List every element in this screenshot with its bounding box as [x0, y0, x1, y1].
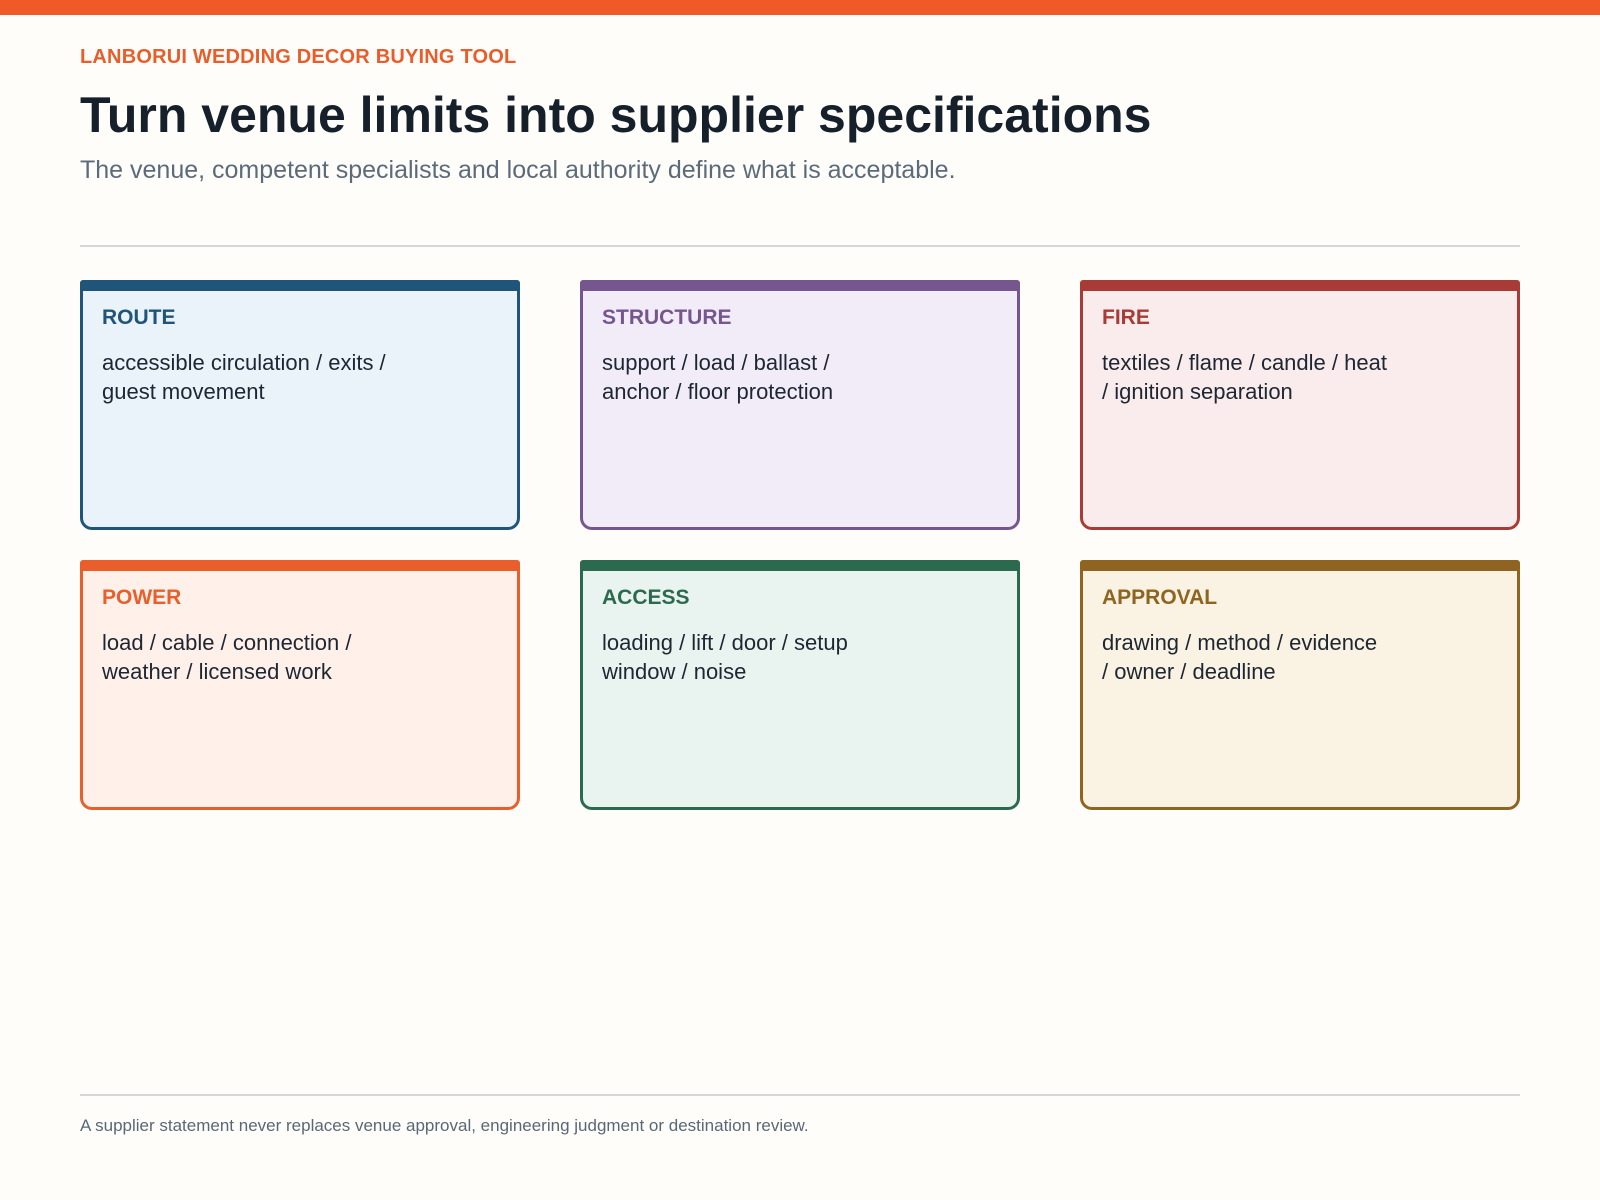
footer-divider	[80, 1094, 1520, 1096]
specification-cards-grid: ROUTE accessible circulation / exits / g…	[80, 280, 1520, 810]
card-description: textiles / flame / candle / heat / ignit…	[1102, 350, 1387, 404]
card-description: support / load / ballast / anchor / floo…	[602, 350, 834, 404]
card-structure: STRUCTURE support / load / ballast / anc…	[580, 280, 1020, 530]
card-title: APPROVAL	[1102, 586, 1218, 609]
header-divider	[80, 245, 1520, 247]
card-title: POWER	[102, 586, 182, 609]
card-power: POWER load / cable / connection / weathe…	[80, 560, 520, 810]
card-description: loading / lift / door / setup window / n…	[602, 630, 848, 684]
top-accent-bar	[0, 0, 1600, 15]
card-title: STRUCTURE	[602, 306, 732, 329]
card-title: ROUTE	[102, 306, 176, 329]
card-access: ACCESS loading / lift / door / setup win…	[580, 560, 1020, 810]
card-fire: FIRE textiles / flame / candle / heat / …	[1080, 280, 1520, 530]
card-route: ROUTE accessible circulation / exits / g…	[80, 280, 520, 530]
card-title: FIRE	[1102, 306, 1150, 329]
card-title: ACCESS	[602, 586, 690, 609]
footer-disclaimer: A supplier statement never replaces venu…	[80, 1116, 809, 1135]
card-description: drawing / method / evidence / owner / de…	[1102, 630, 1378, 684]
page-subtitle: The venue, competent specialists and loc…	[80, 156, 956, 184]
tool-name: LANBORUI WEDDING DECOR BUYING TOOL	[80, 46, 517, 68]
card-description: load / cable / connection / weather / li…	[102, 630, 352, 684]
card-approval: APPROVAL drawing / method / evidence / o…	[1080, 560, 1520, 810]
page-title: Turn venue limits into supplier specific…	[80, 87, 1152, 143]
card-description: accessible circulation / exits / guest m…	[102, 350, 386, 404]
